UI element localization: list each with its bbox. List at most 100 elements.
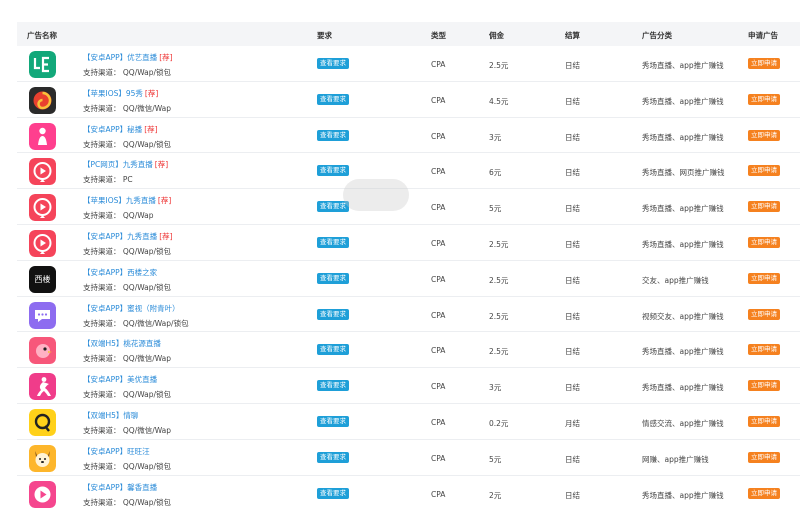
ad-type: CPA — [431, 489, 446, 499]
q-logo-icon[interactable] — [29, 408, 56, 436]
view-requirements-button[interactable]: 查看要求 — [317, 415, 349, 427]
ad-title-link[interactable]: 【安卓APP】馨香直播 — [83, 482, 159, 493]
apply-now-button[interactable]: 立即申请 — [748, 308, 780, 320]
apply-now-button[interactable]: 立即申请 — [748, 201, 780, 213]
supported-channels: 支持渠道： QQ/Wap/锁包 — [83, 139, 172, 149]
ad-title-link[interactable]: 【双端H5】情聊 — [83, 410, 140, 421]
view-requirements-button[interactable]: 查看要求 — [317, 165, 349, 177]
apply-now-button[interactable]: 立即申请 — [748, 165, 780, 177]
play-logo-icon[interactable] — [29, 194, 56, 222]
commission-value: 5元 — [489, 204, 502, 214]
settlement-type: 月结 — [565, 418, 580, 428]
view-requirements-button[interactable]: 查看要求 — [317, 487, 349, 499]
ad-title-link[interactable]: 【安卓APP】美优直播 — [83, 374, 159, 385]
settlement-type: 日结 — [565, 132, 580, 142]
ad-title-link[interactable]: 【苹果IOS】95秀 [荐] — [83, 88, 158, 99]
view-requirements-button[interactable]: 查看要求 — [317, 272, 349, 284]
xilou-logo-icon[interactable]: 西楼 — [29, 265, 56, 293]
apply-now-button[interactable]: 立即申请 — [748, 58, 780, 69]
view-requirements-button[interactable]: 查看要求 — [317, 308, 349, 320]
apply-now-button[interactable]: 立即申请 — [748, 236, 780, 248]
table-row: 【安卓APP】九秀直播 [荐] 支持渠道： QQ/Wap/锁包 查看要求 CPA … — [17, 225, 800, 261]
ad-type: CPA — [431, 238, 446, 248]
apply-now-button[interactable]: 立即申请 — [748, 272, 780, 284]
settlement-type: 日结 — [565, 383, 580, 393]
settlement-type: 日结 — [565, 61, 580, 70]
recommend-flag: [荐] — [144, 88, 159, 98]
view-requirements-button[interactable]: 查看要求 — [317, 380, 349, 392]
loading-overlay — [343, 179, 409, 211]
ad-title[interactable]: 【苹果IOS】九秀直播 — [83, 196, 156, 205]
view-requirements-button[interactable]: 查看要求 — [317, 344, 349, 356]
pink-figure-logo-icon[interactable] — [29, 122, 56, 150]
commission-value: 3元 — [489, 132, 502, 142]
play-logo-icon[interactable] — [29, 158, 56, 186]
ad-category: 视频交友、app推广赚钱 — [642, 311, 724, 321]
ad-title-link[interactable]: 【安卓APP】优艺直播 [荐] — [83, 52, 173, 63]
ad-title[interactable]: 【安卓APP】旺旺汪 — [83, 447, 150, 456]
ad-title[interactable]: 【安卓APP】九秀直播 — [83, 232, 157, 241]
ue-logo-icon[interactable] — [29, 51, 56, 78]
ad-title[interactable]: 【安卓APP】馨香直播 — [83, 483, 157, 492]
ad-title-link[interactable]: 【安卓APP】西楼之家 — [83, 267, 159, 278]
header-name: 广告名称 — [27, 31, 57, 40]
ad-category: 秀场直播、app推广赚钱 — [642, 490, 724, 500]
dancer-logo-icon[interactable] — [29, 373, 56, 401]
commission-value: 2.5元 — [489, 347, 509, 357]
table-row: 【安卓APP】优艺直播 [荐] 支持渠道： QQ/Wap/锁包 查看要求 CPA … — [17, 46, 800, 82]
commission-value: 2.5元 — [489, 61, 509, 70]
header-requirement: 要求 — [317, 31, 332, 40]
apply-now-button[interactable]: 立即申请 — [748, 487, 780, 499]
play-logo-icon[interactable] — [29, 229, 56, 257]
view-requirements-button[interactable]: 查看要求 — [317, 129, 349, 141]
ad-title[interactable]: 【双端H5】桃花源直播 — [83, 339, 161, 348]
ad-title-link[interactable]: 【双端H5】桃花源直播 — [83, 338, 163, 349]
ad-category: 秀场直播、app推广赚钱 — [642, 347, 724, 357]
ad-title-link[interactable]: 【PC网页】九秀直播 [荐] — [83, 159, 168, 170]
supported-channels: 支持渠道： QQ/Wap/锁包 — [83, 390, 172, 400]
ad-title-link[interactable]: 【苹果IOS】九秀直播 [荐] — [83, 195, 171, 206]
pink-play-logo-icon[interactable] — [29, 480, 56, 508]
table-row: 西楼 【安卓APP】西楼之家 支持渠道： QQ/Wap/锁包 查看要求 CPA … — [17, 261, 800, 297]
chat-bubble-logo-icon[interactable] — [29, 301, 56, 329]
ad-title[interactable]: 【安卓APP】西楼之家 — [83, 268, 157, 277]
ad-title[interactable]: 【苹果IOS】95秀 — [83, 89, 143, 98]
ad-title-link[interactable]: 【安卓APP】旺旺汪 — [83, 446, 152, 457]
ad-title-link[interactable]: 【安卓APP】九秀直播 [荐] — [83, 231, 173, 242]
header-type: 类型 — [431, 31, 446, 40]
apply-now-button[interactable]: 立即申请 — [748, 451, 780, 463]
apply-now-button[interactable]: 立即申请 — [748, 129, 780, 141]
view-requirements-button[interactable]: 查看要求 — [317, 93, 349, 105]
ad-title[interactable]: 【安卓APP】秘播 — [83, 125, 142, 134]
ad-title[interactable]: 【安卓APP】优艺直播 — [83, 53, 157, 62]
ad-title[interactable]: 【双端H5】情聊 — [83, 411, 138, 420]
bird-logo-icon[interactable] — [29, 337, 56, 365]
dog-logo-icon[interactable] — [29, 444, 56, 472]
ad-title-link[interactable]: 【安卓APP】秘播 [荐] — [83, 124, 158, 135]
ad-title[interactable]: 【PC网页】九秀直播 — [83, 160, 153, 169]
ad-category: 网赚、app推广赚钱 — [642, 454, 709, 464]
apply-now-button[interactable]: 立即申请 — [748, 380, 780, 392]
recommend-flag: [荐] — [154, 160, 169, 170]
swirl-logo-icon[interactable] — [29, 86, 56, 114]
ad-type: CPA — [431, 310, 446, 320]
recommend-flag: [荐] — [157, 196, 172, 206]
ad-title[interactable]: 【安卓APP】蜜视（附青叶） — [83, 304, 180, 313]
apply-now-button[interactable]: 立即申请 — [748, 93, 780, 105]
view-requirements-button[interactable]: 查看要求 — [317, 58, 349, 69]
ad-title[interactable]: 【安卓APP】美优直播 — [83, 375, 157, 384]
table-row: 【安卓APP】旺旺汪 支持渠道： QQ/Wap/锁包 查看要求 CPA 5元 日… — [17, 440, 800, 476]
commission-value: 3元 — [489, 383, 502, 393]
supported-channels: 支持渠道： QQ/Wap/锁包 — [83, 461, 172, 471]
commission-value: 2.5元 — [489, 275, 509, 285]
ad-title-link[interactable]: 【安卓APP】蜜视（附青叶） — [83, 303, 182, 314]
view-requirements-button[interactable]: 查看要求 — [317, 451, 349, 463]
apply-now-button[interactable]: 立即申请 — [748, 415, 780, 427]
commission-value: 5元 — [489, 454, 502, 464]
table-body: 【安卓APP】优艺直播 [荐] 支持渠道： QQ/Wap/锁包 查看要求 CPA … — [17, 46, 800, 511]
apply-now-button[interactable]: 立即申请 — [748, 344, 780, 356]
ad-type: CPA — [431, 346, 446, 356]
view-requirements-button[interactable]: 查看要求 — [317, 236, 349, 248]
ad-category: 秀场直播、app推广赚钱 — [642, 61, 724, 70]
ad-type: CPA — [431, 60, 446, 69]
